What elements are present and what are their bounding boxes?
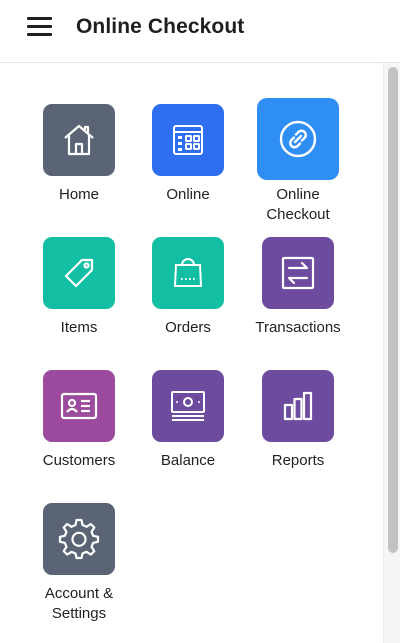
transactions-icon-tile: [262, 237, 334, 309]
gear-icon: [58, 518, 100, 560]
link-icon: [279, 120, 317, 158]
online-checkout-icon-tile: [257, 98, 339, 180]
scrollbar[interactable]: [383, 63, 400, 643]
online-icon-tile: [152, 104, 224, 176]
tile-transactions[interactable]: Transactions: [243, 196, 353, 346]
house-icon: [64, 124, 94, 156]
tile-online[interactable]: Online: [133, 63, 243, 213]
account-settings-icon-tile: [43, 503, 115, 575]
reports-icon-tile: [262, 370, 334, 442]
bar-chart-icon: [283, 391, 313, 421]
tile-account-settings[interactable]: Account & Settings: [24, 462, 134, 632]
customers-icon-tile: [43, 370, 115, 442]
balance-icon-tile: [152, 370, 224, 442]
top-bar: Online Checkout: [0, 0, 400, 63]
page-title: Online Checkout: [76, 15, 245, 38]
orders-icon-tile: [152, 237, 224, 309]
tile-label: Balance: [160, 452, 216, 469]
tile-items[interactable]: Items: [24, 196, 134, 346]
hamburger-menu-icon[interactable]: [27, 17, 53, 37]
cash-icon: [171, 391, 205, 421]
tile-home[interactable]: Home: [24, 63, 134, 213]
tile-balance[interactable]: Balance: [133, 329, 243, 479]
tile-reports[interactable]: Reports: [243, 329, 353, 479]
tile-customers[interactable]: Customers: [24, 329, 134, 479]
transfer-arrows-icon: [281, 256, 315, 290]
shopping-bag-icon: [173, 258, 203, 287]
scrollbar-thumb[interactable]: [388, 67, 398, 553]
id-card-icon: [60, 392, 98, 420]
tag-icon: [64, 258, 94, 288]
house-icon-tile: [43, 104, 115, 176]
tile-label: Account & Settings: [44, 585, 114, 622]
tile-orders[interactable]: Orders: [133, 196, 243, 346]
app-grid: Home Online Online Checkout Items Orders…: [0, 63, 383, 643]
items-icon-tile: [43, 237, 115, 309]
tile-label: Reports: [271, 452, 325, 469]
grid-browser-icon: [173, 125, 203, 155]
